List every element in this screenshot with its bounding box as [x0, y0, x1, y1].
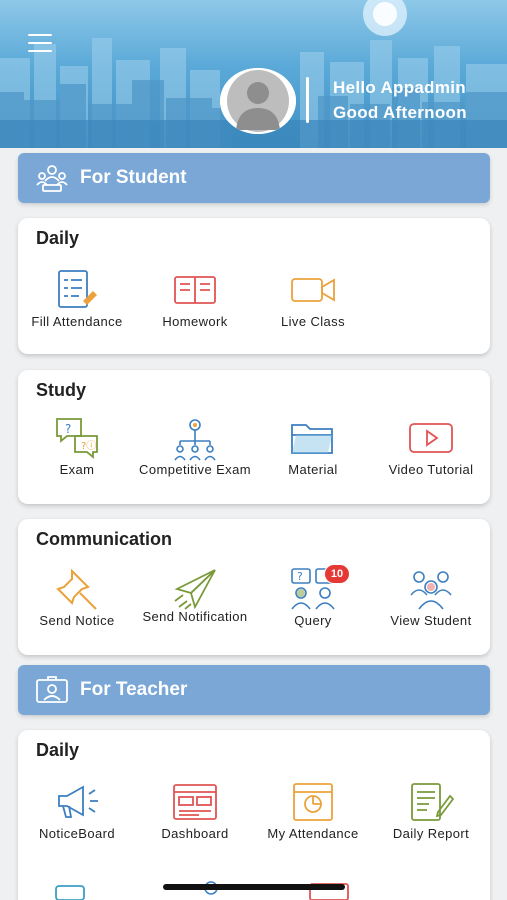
video-camera-icon — [254, 266, 372, 314]
homework-button[interactable]: Homework — [136, 266, 254, 329]
my-attendance-button[interactable]: My Attendance — [254, 778, 372, 841]
hierarchy-people-icon — [136, 414, 254, 466]
tile-label: Exam — [59, 462, 95, 477]
student-group-icon — [372, 565, 490, 613]
tile-label: Query — [294, 613, 332, 628]
student-study-card: Study ? ?ⓘ Exam Competitive Exam Materia… — [18, 370, 490, 504]
tile-label: Daily Report — [392, 826, 470, 841]
greeting-name: Hello Appadmin — [333, 78, 466, 97]
query-people-icon: ? — [254, 565, 372, 613]
question-bubble-icon: ? ?ⓘ — [18, 414, 136, 462]
app-header: Hello Appadmin Good Afternoon — [0, 0, 507, 148]
attendance-sheet-icon — [254, 778, 372, 826]
tile-label: Competitive Exam — [139, 462, 251, 477]
tile-label: Fill Attendance — [31, 314, 123, 329]
competitive-exam-button[interactable]: Competitive Exam — [136, 414, 254, 477]
svg-text:?: ? — [65, 422, 71, 436]
dashboard-button[interactable]: Dashboard — [136, 778, 254, 841]
noticeboard-button[interactable]: NoticeBoard — [18, 778, 136, 841]
tile-label: Send Notification — [142, 609, 248, 624]
daily-report-button[interactable]: Daily Report — [372, 778, 490, 841]
student-communication-card: Communication Send Notice Send Notificat… — [18, 519, 490, 655]
dashboard-window-icon — [136, 778, 254, 826]
svg-text:?: ? — [297, 570, 303, 583]
card-title: Study — [36, 380, 87, 400]
card-title: Communication — [36, 529, 173, 549]
section-title: For Teacher — [80, 679, 188, 700]
send-notice-button[interactable]: Send Notice — [18, 565, 136, 628]
attendance-checklist-icon — [18, 266, 136, 314]
tile-label: Material — [288, 462, 338, 477]
fill-attendance-button[interactable]: Fill Attendance — [18, 266, 136, 329]
greeting-time: Good Afternoon — [333, 103, 467, 122]
material-button[interactable]: Material — [254, 414, 372, 477]
teacher-section-header: For Teacher — [18, 665, 490, 715]
card-title: Daily — [36, 228, 80, 248]
card-title: Daily — [36, 740, 80, 760]
home-indicator[interactable] — [163, 884, 345, 890]
tile-label: My Attendance — [267, 826, 359, 841]
section-title: For Student — [80, 167, 187, 188]
megaphone-icon — [18, 778, 136, 826]
teacher-daily-card: Daily NoticeBoard Dashboard My Attendanc… — [18, 730, 490, 900]
report-pen-icon — [372, 778, 490, 826]
folder-icon — [254, 414, 372, 462]
tile-label: Send Notice — [39, 613, 115, 628]
tile-label: View Student — [390, 613, 472, 628]
exam-button[interactable]: ? ?ⓘ Exam — [18, 414, 136, 477]
students-group-icon — [34, 160, 70, 196]
student-section-header: For Student — [18, 153, 490, 203]
open-book-icon — [136, 266, 254, 314]
menu-icon[interactable] — [28, 34, 52, 52]
tile-label: NoticeBoard — [39, 826, 115, 841]
calendar-icon[interactable] — [306, 880, 352, 900]
header-divider — [306, 77, 309, 123]
avatar[interactable] — [220, 68, 296, 134]
tile-label: Homework — [162, 314, 228, 329]
video-tutorial-button[interactable]: Video Tutorial — [372, 414, 490, 477]
tile-label: Dashboard — [161, 826, 229, 841]
query-count-badge: 10 — [324, 564, 350, 584]
live-class-button[interactable]: Live Class — [254, 266, 372, 329]
pushpin-icon — [18, 565, 136, 613]
query-button[interactable]: ? Query — [254, 565, 372, 628]
tile-label: Video Tutorial — [388, 462, 474, 477]
video-camera-icon[interactable] — [52, 884, 100, 900]
paper-plane-icon — [136, 565, 254, 613]
user-avatar-icon — [220, 68, 296, 134]
send-notification-button[interactable]: Send Notification — [136, 565, 254, 624]
presentation-icon[interactable] — [188, 880, 234, 900]
id-card-icon — [34, 672, 70, 708]
view-student-button[interactable]: View Student — [372, 565, 490, 628]
svg-text:?ⓘ: ?ⓘ — [81, 440, 96, 452]
tile-label: Live Class — [281, 314, 345, 329]
student-daily-card: Daily Fill Attendance Homework Live Clas… — [18, 218, 490, 354]
play-button-icon — [372, 414, 490, 462]
